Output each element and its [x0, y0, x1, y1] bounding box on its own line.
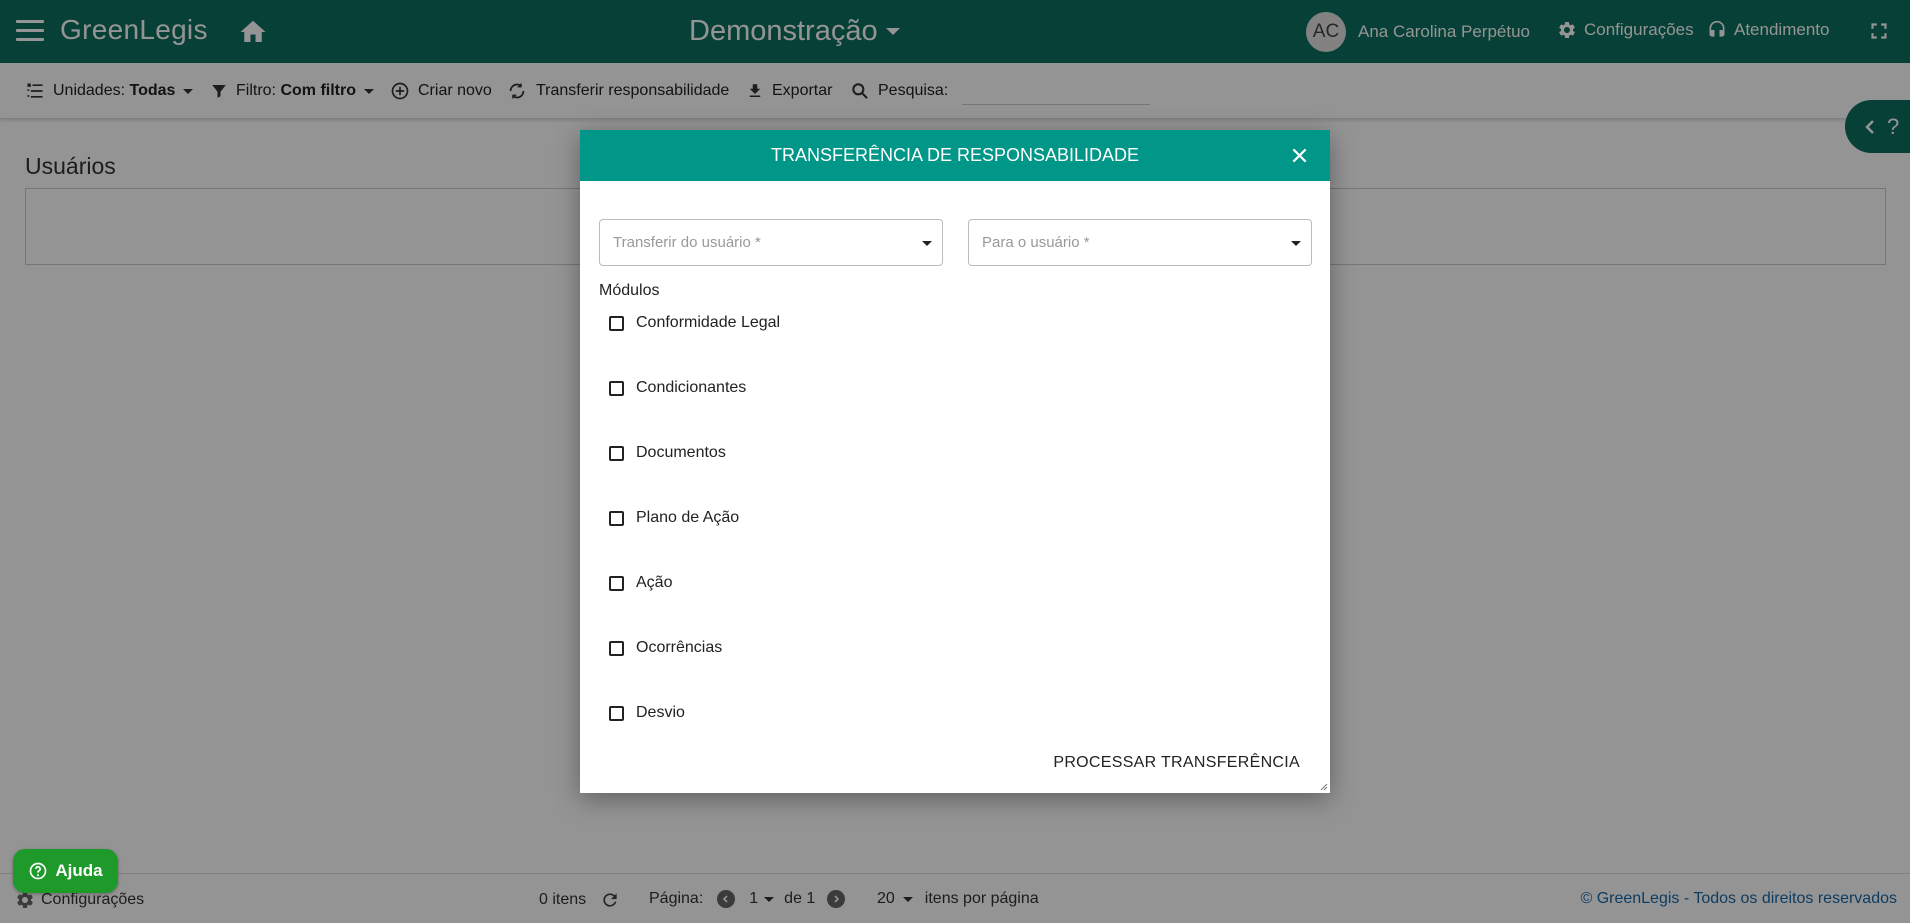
help-button-label: Ajuda	[55, 861, 103, 880]
to-user-placeholder: Para o usuário *	[982, 234, 1090, 251]
module-label: Documentos	[636, 444, 726, 461]
module-checkbox-row[interactable]: Conformidade Legal	[609, 314, 780, 332]
modal-header: TRANSFERÊNCIA DE RESPONSABILIDADE	[580, 130, 1330, 181]
chevron-down-icon	[1291, 241, 1301, 246]
chevron-down-icon	[922, 241, 932, 246]
module-label: Plano de Ação	[636, 509, 740, 526]
checkbox[interactable]	[609, 640, 624, 656]
module-label: Condicionantes	[636, 379, 747, 396]
help-button[interactable]: Ajuda	[13, 849, 118, 893]
module-checkbox-row[interactable]: Desvio	[609, 704, 685, 722]
checkbox[interactable]	[609, 445, 624, 461]
module-checkbox-row[interactable]: Plano de Ação	[609, 509, 739, 527]
to-user-select[interactable]: Para o usuário *	[968, 219, 1312, 266]
transfer-modal: TRANSFERÊNCIA DE RESPONSABILIDADE Transf…	[580, 130, 1330, 793]
checkbox[interactable]	[609, 705, 624, 721]
modal-title: TRANSFERÊNCIA DE RESPONSABILIDADE	[770, 145, 1140, 165]
from-user-select[interactable]: Transferir do usuário *	[599, 219, 943, 266]
module-label: Ocorrências	[636, 639, 723, 656]
close-icon[interactable]	[1289, 145, 1310, 166]
checkbox[interactable]	[609, 510, 624, 526]
module-checkbox-row[interactable]: Documentos	[609, 444, 726, 462]
help-icon	[30, 862, 47, 880]
module-checkbox-row[interactable]: Condicionantes	[609, 379, 746, 397]
checkbox[interactable]	[609, 380, 624, 396]
checkbox[interactable]	[609, 315, 624, 331]
resize-handle-icon[interactable]	[1318, 781, 1328, 791]
from-user-placeholder: Transferir do usuário *	[613, 234, 761, 251]
checkbox[interactable]	[609, 575, 624, 591]
module-label: Conformidade Legal	[636, 314, 781, 331]
module-label: Ação	[636, 574, 673, 591]
modules-label: Módulos	[599, 282, 660, 299]
module-label: Desvio	[636, 704, 685, 721]
module-checkbox-row[interactable]: Ação	[609, 574, 672, 592]
module-checkbox-row[interactable]: Ocorrências	[609, 639, 722, 657]
process-transfer-button[interactable]: PROCESSAR TRANSFERÊNCIA	[1053, 754, 1300, 772]
